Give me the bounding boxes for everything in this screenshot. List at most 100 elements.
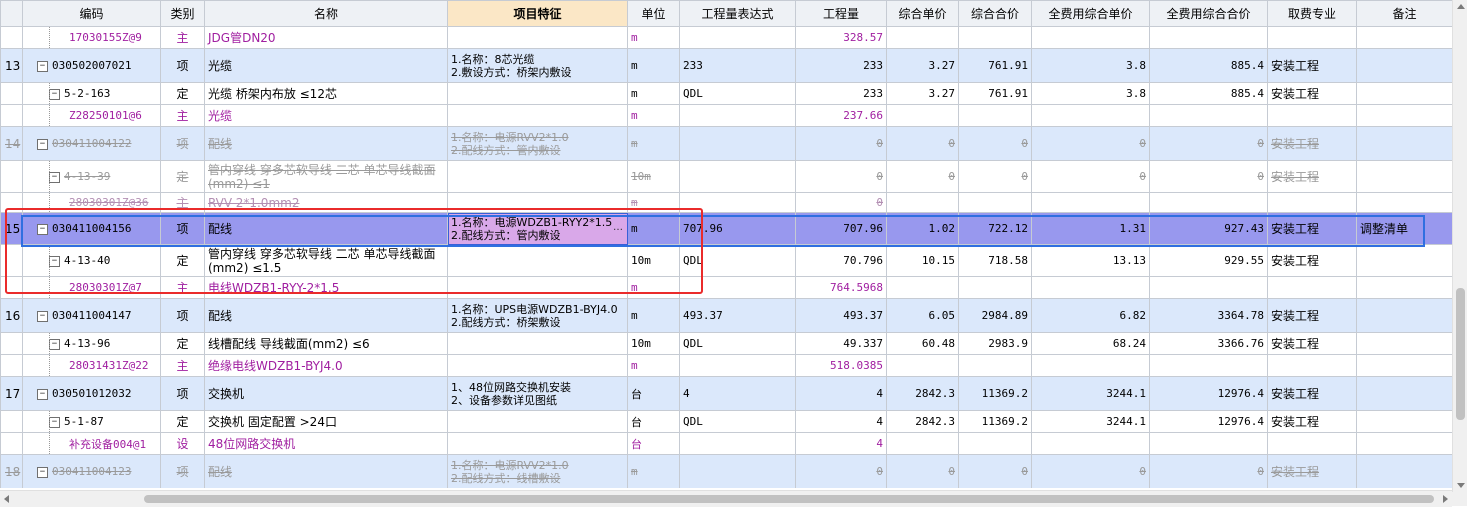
scroll-left-arrow-icon[interactable] [4, 495, 9, 503]
cell-unit-price[interactable] [886, 104, 959, 127]
cell-code[interactable]: 17030155Z@9 [22, 26, 161, 49]
cell-code[interactable]: −030411004147 [22, 298, 161, 333]
cell-category[interactable] [1267, 276, 1357, 299]
cell-name[interactable]: 配线 [204, 212, 448, 245]
cell-expr[interactable]: QDL [679, 244, 796, 277]
table-row[interactable]: −5-1-87 定交换机 固定配置 >24口台 QDL 4 2842.3 11369.2 3… [0, 410, 1452, 433]
collapse-toggle-icon[interactable]: − [37, 388, 48, 400]
cell-code[interactable]: −030502007021 [22, 48, 161, 83]
cell-full-unit[interactable] [1031, 192, 1150, 213]
header-name[interactable]: 名称 [204, 0, 448, 27]
cell-name[interactable]: 交换机 固定配置 >24口 [204, 410, 448, 433]
cell-full-unit[interactable]: 68.24 [1031, 332, 1150, 355]
collapse-toggle-icon[interactable]: − [49, 88, 60, 100]
cell-expr[interactable]: QDL [679, 332, 796, 355]
cell-feature[interactable] [447, 410, 628, 433]
header-full-unit[interactable]: 全费用综合单价 [1031, 0, 1150, 27]
table-row[interactable]: Z28250101@6 主光缆 m 237.66 [0, 104, 1452, 127]
cell-category[interactable]: 安装工程 [1267, 126, 1357, 161]
cell-full-unit[interactable]: 0 [1031, 126, 1150, 161]
cell-full-unit[interactable] [1031, 432, 1150, 455]
cell-unit[interactable]: m [627, 26, 680, 49]
cell-expr[interactable]: 493.37 [679, 298, 796, 333]
cell-feature[interactable] [447, 332, 628, 355]
cell-unit-price[interactable]: 6.05 [886, 298, 959, 333]
collapse-toggle-icon[interactable]: − [37, 138, 48, 150]
cell-remark[interactable] [1356, 454, 1452, 488]
cell-unit-price[interactable]: 2842.3 [886, 376, 959, 411]
cell-remark[interactable] [1356, 332, 1452, 355]
header-feature[interactable]: 项目特征 [447, 0, 628, 27]
cell-name[interactable]: 48位网路交换机 [204, 432, 448, 455]
cell-total[interactable]: 2983.9 [958, 332, 1032, 355]
cell-feature[interactable] [447, 276, 628, 299]
cell-type[interactable]: 主 [160, 104, 205, 127]
cell-full-unit[interactable]: 3244.1 [1031, 410, 1150, 433]
horizontal-scroll-thumb[interactable] [144, 495, 1434, 503]
table-row[interactable]: 28030301Z@7 主电线WDZB1-RYY-2*1.5 m 764.5968 [0, 276, 1452, 299]
cell-remark[interactable] [1356, 192, 1452, 213]
cell-expr[interactable] [679, 454, 796, 488]
cell-remark[interactable] [1356, 244, 1452, 277]
collapse-toggle-icon[interactable]: − [37, 466, 48, 478]
cell-full-unit[interactable]: 3.8 [1031, 48, 1150, 83]
header-type[interactable]: 类别 [160, 0, 205, 27]
cell-full-total[interactable] [1149, 26, 1268, 49]
header-unit[interactable]: 单位 [627, 0, 680, 27]
cell-name[interactable]: 光缆 [204, 48, 448, 83]
cell-remark[interactable] [1356, 410, 1452, 433]
cell-total[interactable]: 722.12 [958, 212, 1032, 245]
cell-full-unit[interactable] [1031, 354, 1150, 377]
row-number[interactable] [0, 244, 23, 277]
cell-qty[interactable]: 4 [795, 432, 887, 455]
cell-full-total[interactable]: 0 [1149, 454, 1268, 488]
cell-type[interactable]: 主 [160, 276, 205, 299]
collapse-toggle-icon[interactable]: − [49, 171, 60, 183]
cell-remark[interactable] [1356, 104, 1452, 127]
collapse-toggle-icon[interactable]: − [37, 60, 48, 72]
cell-qty[interactable]: 0 [795, 454, 887, 488]
cell-category[interactable] [1267, 26, 1357, 49]
cell-category[interactable] [1267, 192, 1357, 213]
cell-full-total[interactable]: 0 [1149, 126, 1268, 161]
table-row[interactable]: −5-2-163 定光缆 桥架内布放 ≤12芯 m QDL 233 3.27 761.91 3… [0, 82, 1452, 105]
cell-feature[interactable] [447, 432, 628, 455]
cell-qty[interactable]: 764.5968 [795, 276, 887, 299]
cell-total[interactable] [958, 192, 1032, 213]
collapse-toggle-icon[interactable]: − [49, 416, 60, 428]
cell-unit-price[interactable]: 1.02 [886, 212, 959, 245]
cell-type[interactable]: 定 [160, 82, 205, 105]
cell-remark[interactable] [1356, 126, 1452, 161]
cell-qty[interactable]: 0 [795, 126, 887, 161]
cell-expr[interactable]: 4 [679, 376, 796, 411]
cell-type[interactable]: 定 [160, 160, 205, 193]
header-remark[interactable]: 备注 [1356, 0, 1452, 27]
cell-qty[interactable]: 707.96 [795, 212, 887, 245]
cell-expr[interactable] [679, 432, 796, 455]
cell-full-unit[interactable]: 3244.1 [1031, 376, 1150, 411]
cell-category[interactable] [1267, 432, 1357, 455]
cell-category[interactable]: 安装工程 [1267, 298, 1357, 333]
row-number[interactable] [0, 332, 23, 355]
cell-qty[interactable]: 70.796 [795, 244, 887, 277]
cell-category[interactable]: 安装工程 [1267, 160, 1357, 193]
cell-unit-price[interactable]: 0 [886, 160, 959, 193]
cell-expr[interactable] [679, 126, 796, 161]
table-row[interactable]: 17−030501012032 项交换机 1、48位网路交换机安装 2、设备参数详见… [0, 376, 1452, 411]
cell-full-total[interactable]: 885.4 [1149, 48, 1268, 83]
cell-unit[interactable]: m [627, 298, 680, 333]
header-qty[interactable]: 工程量 [795, 0, 887, 27]
table-row[interactable]: 18−030411004123 项配线 1.名称：电源RVV2*1.0 2.配线方式… [0, 454, 1452, 488]
cell-code[interactable]: 28031431Z@22 [22, 354, 161, 377]
cell-feature[interactable] [447, 82, 628, 105]
edit-ellipsis-button[interactable]: … [613, 221, 623, 234]
cell-unit[interactable]: 10m [627, 332, 680, 355]
cell-qty[interactable]: 233 [795, 82, 887, 105]
cell-name[interactable]: 交换机 [204, 376, 448, 411]
cell-full-total[interactable]: 929.55 [1149, 244, 1268, 277]
cell-qty[interactable]: 4 [795, 376, 887, 411]
cell-type[interactable]: 定 [160, 332, 205, 355]
table-row[interactable]: 16−030411004147 项配线 1.名称：UPS电源WDZB1-BYJ4.0… [0, 298, 1452, 333]
cell-remark[interactable] [1356, 48, 1452, 83]
cell-unit-price[interactable]: 10.15 [886, 244, 959, 277]
